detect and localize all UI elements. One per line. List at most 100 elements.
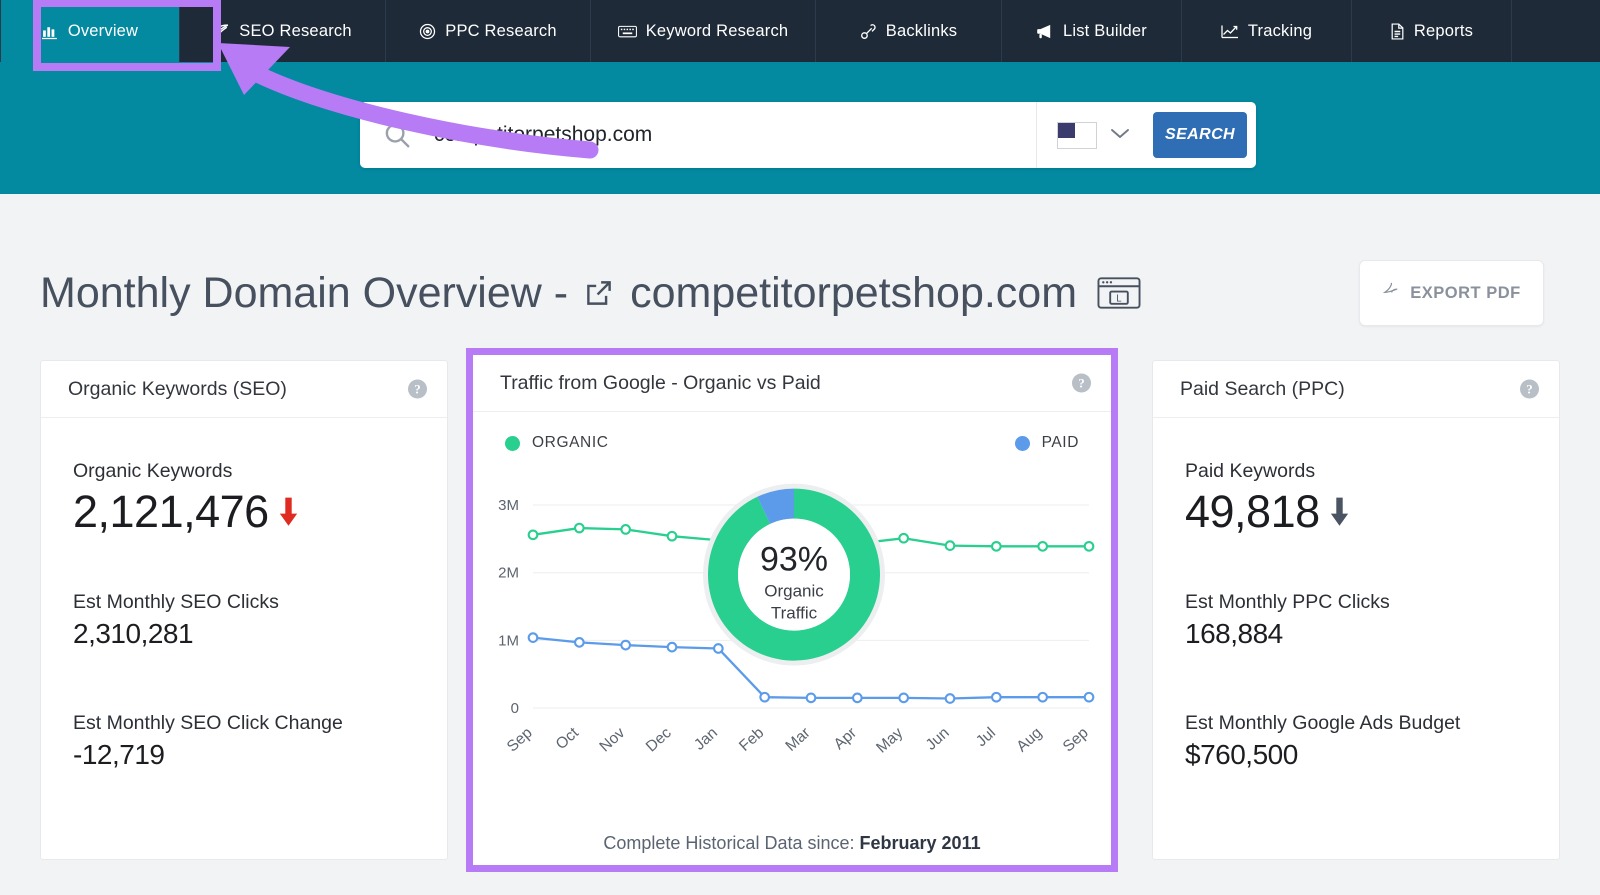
target-icon [419,23,436,40]
card-paid-metrics: Paid Keywords 49,818 Est Monthly PPC Cli… [1153,460,1559,770]
chart-point [712,643,724,654]
help-icon[interactable]: ? [408,379,427,399]
x-axis-tick-label: Nov [596,724,628,755]
chart-point [620,639,632,651]
footnote-value: February 2011 [859,833,981,853]
card-paid-search: Paid Search (PPC) ? Paid Keywords 49,818… [1152,360,1560,860]
chart-point [1083,691,1095,703]
card-organic-title: Organic Keywords (SEO) [68,377,287,400]
external-link-icon[interactable] [582,276,616,310]
megaphone-icon [1036,23,1054,40]
search-icon [360,102,434,168]
metric-organic-keywords: Organic Keywords 2,121,476 [73,460,415,537]
tab-keyword-research-label: Keyword Research [645,21,789,40]
pdf-icon [1382,281,1401,305]
tab-ppc-research-label: PPC Research [445,21,557,40]
country-selector[interactable] [1037,102,1151,168]
y-axis-tick-label: 1M [498,632,519,649]
chart-point [944,540,956,551]
legend-item-organic[interactable]: ORGANIC [505,434,609,452]
keyboard-icon [617,23,637,40]
metric-label: Est Monthly Google Ads Budget [1185,711,1461,734]
metric-value: 49,818 [1185,486,1320,537]
search-input[interactable] [434,123,1036,147]
metric-label: Paid Keywords [1185,460,1316,482]
tab-keyword-research[interactable]: Keyword Research [591,0,816,62]
chart-point [851,692,863,704]
help-icon[interactable]: ? [1520,379,1539,399]
chart-point [620,524,632,535]
donut-percent-label: 93% [760,541,828,579]
chart-point [527,529,539,541]
svg-text:L: L [1116,293,1122,304]
traffic-chart: ORGANIC PAID 0 1M 2M 3M Sep Oct Nov Dec Jan Feb Ma… [473,412,1111,872]
page-title: Monthly Domain Overview - competitorpets… [40,269,1141,318]
metric-seo-clicks: Est Monthly SEO Clicks 2,310,281 [73,591,415,649]
chart-legend: ORGANIC PAID [473,434,1111,458]
metric-value: 168,884 [1185,618,1283,650]
card-organic-header: Organic Keywords (SEO) ? [41,361,447,418]
metric-ads-budget: Est Monthly Google Ads Budget $760,500 [1185,712,1527,770]
metric-label: Est Monthly SEO Clicks [73,591,279,614]
export-pdf-label: EXPORT PDF [1410,283,1521,302]
footnote-prefix: Complete Historical Data since: [603,833,855,853]
legend-label-paid: PAID [1041,434,1079,451]
x-axis-tick-label: May [873,724,906,756]
chart-point [759,691,771,703]
x-axis-tick-label: Jun [923,724,953,753]
tab-list-builder-label: List Builder [1062,21,1148,40]
card-paid-title: Paid Search (PPC) [1180,377,1345,400]
x-axis-tick-label: Mar [782,724,813,755]
x-axis-tick-label: Dec [643,724,675,755]
page-title-prefix: Monthly Domain Overview - [40,268,569,317]
tab-backlinks[interactable]: Backlinks [816,0,1002,62]
metric-value: $760,500 [1185,738,1298,770]
tab-seo-research[interactable]: SEO Research [180,0,386,62]
card-traffic-header: Traffic from Google - Organic vs Paid ? [473,355,1111,412]
search-button[interactable]: SEARCH [1153,112,1247,158]
x-axis-tick-label: Oct [553,724,583,753]
page-title-domain: competitorpetshop.com [630,268,1078,317]
metric-label: Est Monthly SEO Click Change [73,711,343,734]
tab-overview[interactable]: Overview [0,0,180,62]
chart-point [573,522,585,534]
donut-sub-label-2: Traffic [771,604,818,623]
tab-ppc-research[interactable]: PPC Research [386,0,591,62]
y-axis-tick-label: 0 [511,700,519,717]
metric-seo-click-change: Est Monthly SEO Click Change -12,719 [73,712,415,770]
card-organic-metrics: Organic Keywords 2,121,476 Est Monthly S… [41,460,447,770]
tab-list-builder[interactable]: List Builder [1002,0,1182,62]
legend-dot-paid [1014,435,1030,451]
chevron-down-icon [1109,126,1131,145]
x-axis-tick-label: Jan [691,724,721,753]
chart-point [573,637,585,648]
chart-point [527,632,539,643]
tab-reports[interactable]: Reports [1352,0,1512,62]
tab-tracking[interactable]: Tracking [1182,0,1352,62]
y-axis-tick-label: 2M [498,565,519,582]
bar-chart-icon [41,23,59,40]
x-axis-tick-label: Sep [504,724,536,755]
chart-point [666,530,678,542]
metric-value-row: 168,884 [1185,618,1527,649]
tab-seo-research-label: SEO Research [239,21,352,40]
metric-label: Est Monthly PPC Clicks [1185,591,1390,614]
chart-point [1037,540,1049,552]
link-icon [860,23,877,40]
card-traffic-title: Traffic from Google - Organic vs Paid [500,371,821,394]
app-root: Overview SEO Research PPC Research Keywo… [0,0,1600,895]
metric-value-row: $760,500 [1185,739,1527,770]
metric-value-row: -12,719 [73,739,415,770]
help-icon[interactable]: ? [1072,373,1091,393]
trend-line-icon [1221,23,1239,40]
chart-footnote: Complete Historical Data since: February… [473,833,1111,854]
chart-point [805,692,817,704]
x-axis-tick-label: Sep [1060,724,1092,755]
tab-tracking-label: Tracking [1247,21,1313,40]
export-pdf-button[interactable]: EXPORT PDF [1359,260,1544,326]
trend-down-icon [1328,496,1351,528]
legend-item-paid[interactable]: PAID [1014,434,1079,452]
chart-point [990,691,1002,703]
search-band: SEARCH [0,62,1600,194]
browser-window-icon[interactable]: L [1097,275,1141,311]
